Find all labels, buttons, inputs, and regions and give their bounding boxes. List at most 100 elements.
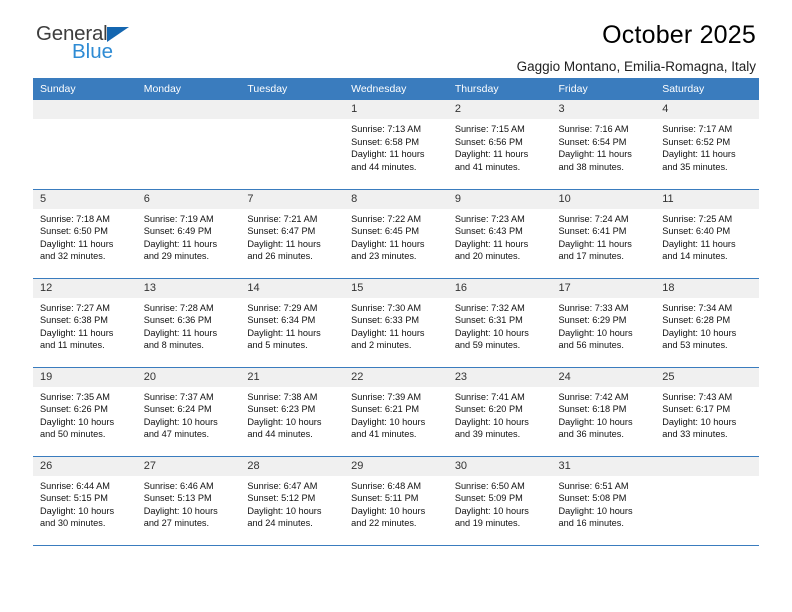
day-details: Sunrise: 6:47 AM Sunset: 5:12 PM Daylight:… [240,476,344,530]
calendar-day-cell[interactable]: 17 Sunrise: 7:33 AM Sunset: 6:29 PM Dayligh… [551,278,656,368]
sunset-text: Sunset: 6:36 PM [143,315,212,326]
sunset-text: Sunset: 6:29 PM [558,315,627,326]
daylight-text: Daylight: 11 hours [351,238,425,249]
sunrise-text: Sunrise: 7:33 AM [558,302,629,313]
day-number: 9 [447,189,552,209]
day-number: 11 [655,189,759,209]
daylight-text: Daylight: 11 hours [558,149,632,160]
daylight-text: Daylight: 11 hours [247,327,321,338]
day-details: Sunrise: 7:23 AM Sunset: 6:43 PM Daylight:… [448,209,552,263]
daylight-text: Daylight: 10 hours [558,416,633,427]
calendar-day-cell[interactable]: 18 Sunrise: 7:34 AM Sunset: 6:28 PM Dayligh… [655,278,759,368]
daylight-text: and 8 minutes. [143,340,204,351]
calendar-day-cell[interactable]: 31 Sunrise: 6:51 AM Sunset: 5:08 PM Dayligh… [551,456,656,546]
calendar-day-cell[interactable]: 26 Sunrise: 6:44 AM Sunset: 5:15 PM Dayligh… [33,456,137,546]
sunset-text: Sunset: 6:43 PM [454,226,523,237]
sunrise-text: Sunrise: 7:43 AM [662,391,733,402]
calendar-day-cell[interactable]: 1 Sunrise: 7:13 AM Sunset: 6:58 PM Daylight… [344,100,448,190]
calendar-day-cell[interactable]: 22 Sunrise: 7:39 AM Sunset: 6:21 PM Dayligh… [344,367,448,457]
calendar-day-cell[interactable]: 29 Sunrise: 6:48 AM Sunset: 5:11 PM Dayligh… [344,456,448,546]
daylight-text: Daylight: 10 hours [40,505,115,516]
calendar-day-cell-empty [33,100,137,190]
daylight-text: and 17 minutes. [558,251,624,262]
daylight-text: and 29 minutes. [143,251,210,262]
sunrise-text: Sunrise: 7:21 AM [247,213,318,224]
day-number: 29 [344,456,448,476]
sunrise-text: Sunrise: 7:38 AM [247,391,318,402]
calendar-day-cell[interactable]: 20 Sunrise: 7:37 AM Sunset: 6:24 PM Dayligh… [136,367,241,457]
calendar-day-cell[interactable]: 21 Sunrise: 7:38 AM Sunset: 6:23 PM Dayligh… [240,367,345,457]
daylight-text: Daylight: 10 hours [662,327,737,338]
calendar-day-cell[interactable]: 7 Sunrise: 7:21 AM Sunset: 6:47 PM Daylight… [240,189,345,279]
day-details: Sunrise: 7:43 AM Sunset: 6:17 PM Daylight:… [655,387,759,441]
day-number: 21 [240,367,345,387]
sunrise-text: Sunrise: 7:28 AM [143,302,214,313]
calendar-day-cell[interactable]: 28 Sunrise: 6:47 AM Sunset: 5:12 PM Dayligh… [240,456,345,546]
sunrise-text: Sunrise: 7:25 AM [662,213,733,224]
daylight-text: and 41 minutes. [351,429,417,440]
calendar-week-row: 1 Sunrise: 7:13 AM Sunset: 6:58 PM Daylight… [33,100,759,190]
day-number: 23 [447,367,552,387]
daylight-text: and 2 minutes. [351,340,412,351]
day-number: 17 [551,278,656,298]
day-number: 5 [33,189,137,209]
calendar-day-cell[interactable]: 6 Sunrise: 7:19 AM Sunset: 6:49 PM Daylight… [136,189,241,279]
calendar-day-cell[interactable]: 27 Sunrise: 6:46 AM Sunset: 5:13 PM Dayligh… [136,456,241,546]
daylight-text: Daylight: 11 hours [143,238,218,249]
sunset-text: Sunset: 6:28 PM [662,315,731,326]
calendar-day-cell[interactable]: 25 Sunrise: 7:43 AM Sunset: 6:17 PM Dayligh… [655,367,759,457]
day-details [240,119,344,123]
calendar-day-cell[interactable]: 4 Sunrise: 7:17 AM Sunset: 6:52 PM Daylight… [655,100,759,190]
calendar-day-cell[interactable]: 15 Sunrise: 7:30 AM Sunset: 6:33 PM Dayligh… [344,278,448,368]
daylight-text: and 38 minutes. [558,161,624,172]
calendar-week-row: 12 Sunrise: 7:27 AM Sunset: 6:38 PM Dayligh… [33,278,759,368]
calendar-day-cell[interactable]: 14 Sunrise: 7:29 AM Sunset: 6:34 PM Dayligh… [240,278,345,368]
calendar-day-cell[interactable]: 5 Sunrise: 7:18 AM Sunset: 6:50 PM Daylight… [33,189,137,279]
day-number: 6 [136,189,241,209]
calendar-day-cell[interactable]: 23 Sunrise: 7:41 AM Sunset: 6:20 PM Dayligh… [447,367,552,457]
sunrise-text: Sunrise: 7:30 AM [351,302,422,313]
sunset-text: Sunset: 6:38 PM [40,315,108,326]
daylight-text: Daylight: 10 hours [662,416,737,427]
day-details: Sunrise: 7:16 AM Sunset: 6:54 PM Daylight:… [552,119,656,173]
daylight-text: Daylight: 10 hours [558,327,633,338]
sunrise-text: Sunrise: 7:19 AM [143,213,214,224]
daylight-text: and 5 minutes. [247,340,308,351]
calendar-day-cell[interactable]: 12 Sunrise: 7:27 AM Sunset: 6:38 PM Dayligh… [33,278,137,368]
day-number: 4 [655,100,759,119]
sunrise-text: Sunrise: 7:15 AM [454,124,525,134]
calendar-day-cell[interactable]: 24 Sunrise: 7:42 AM Sunset: 6:18 PM Dayligh… [551,367,656,457]
daylight-text: and 50 minutes. [40,429,106,440]
day-number: 22 [344,367,448,387]
daylight-text: Daylight: 11 hours [40,238,114,249]
daylight-text: Daylight: 11 hours [662,149,736,160]
daylight-text: Daylight: 10 hours [454,416,529,427]
calendar-day-cell[interactable]: 16 Sunrise: 7:32 AM Sunset: 6:31 PM Dayligh… [447,278,552,368]
calendar-day-cell[interactable]: 19 Sunrise: 7:35 AM Sunset: 6:26 PM Dayligh… [33,367,137,457]
sunset-text: Sunset: 6:34 PM [247,315,316,326]
sunrise-text: Sunrise: 7:39 AM [351,391,422,402]
daylight-text: and 56 minutes. [558,340,624,351]
calendar-day-cell[interactable]: 30 Sunrise: 6:50 AM Sunset: 5:09 PM Dayligh… [447,456,552,546]
calendar-day-cell[interactable]: 8 Sunrise: 7:22 AM Sunset: 6:45 PM Daylight… [344,189,448,279]
sunrise-text: Sunrise: 7:29 AM [247,302,318,313]
calendar-day-cell[interactable]: 13 Sunrise: 7:28 AM Sunset: 6:36 PM Dayligh… [136,278,241,368]
day-details: Sunrise: 7:17 AM Sunset: 6:52 PM Daylight:… [655,119,759,173]
calendar-table: Sunday Monday Tuesday Wednesday Thursday… [33,78,759,546]
calendar-day-cell[interactable]: 10 Sunrise: 7:24 AM Sunset: 6:41 PM Dayligh… [551,189,656,279]
daylight-text: Daylight: 11 hours [558,238,632,249]
calendar-day-cell[interactable]: 2 Sunrise: 7:15 AM Sunset: 6:56 PM Daylight… [447,100,552,190]
day-number [240,100,345,119]
calendar-day-cell[interactable]: 9 Sunrise: 7:23 AM Sunset: 6:43 PM Daylight… [447,189,552,279]
general-blue-logo[interactable]: General Blue [36,23,186,74]
daylight-text: and 11 minutes. [40,340,105,351]
day-number: 13 [136,278,241,298]
day-number: 18 [655,278,759,298]
daylight-text: and 35 minutes. [662,161,728,172]
calendar-day-cell[interactable]: 11 Sunrise: 7:25 AM Sunset: 6:40 PM Dayligh… [655,189,759,279]
daylight-text: and 27 minutes. [143,518,210,529]
weekday-header-saturday: Saturday [655,78,759,100]
calendar-day-cell[interactable]: 3 Sunrise: 7:16 AM Sunset: 6:54 PM Daylight… [551,100,656,190]
day-details: Sunrise: 6:46 AM Sunset: 5:13 PM Daylight:… [137,476,241,530]
calendar-page: General Blue October 2025 Gaggio Montano… [0,0,792,612]
